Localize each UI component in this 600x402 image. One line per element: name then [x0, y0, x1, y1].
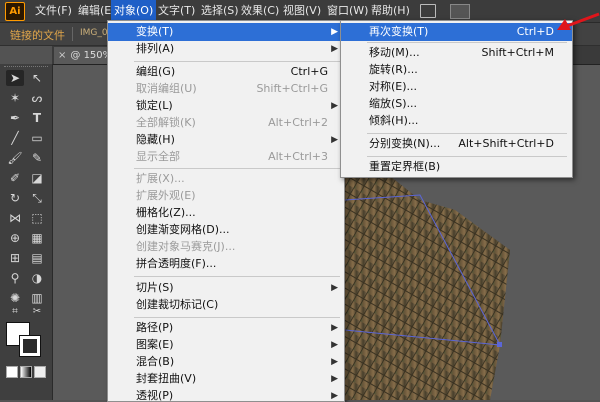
menu-item-scale[interactable]: 缩放(S)... — [341, 95, 572, 113]
menu-separator — [134, 276, 340, 277]
menu-item-blend[interactable]: 混合(B) ▶ — [108, 353, 344, 371]
menu-separator — [367, 133, 567, 134]
menu-item-move[interactable]: 移动(M)... Shift+Ctrl+M — [341, 44, 572, 62]
annotation-arrow-icon — [557, 12, 600, 30]
submenu-arrow-icon: ▶ — [331, 323, 338, 333]
menu-item-path[interactable]: 路径(P) ▶ — [108, 319, 344, 337]
menu-item-reflect[interactable]: 对称(E)... — [341, 78, 572, 96]
menu-item-transform[interactable]: 变换(T) ▶ — [108, 23, 344, 41]
submenu-arrow-icon: ▶ — [331, 357, 338, 367]
menu-item-rasterize[interactable]: 栅格化(Z)... — [108, 204, 344, 222]
menu-separator — [367, 42, 567, 43]
submenu-arrow-icon: ▶ — [331, 27, 338, 37]
menu-item-transform-each[interactable]: 分别变换(N)... Alt+Shift+Ctrl+D — [341, 135, 572, 153]
menu-item-arrange[interactable]: 排列(A) ▶ — [108, 40, 344, 58]
menu-item-unlock-all: 全部解锁(K) Alt+Ctrl+2 — [136, 116, 328, 129]
menu-separator — [134, 61, 340, 62]
menu-item-expand-appearance: 扩展外观(E) — [136, 189, 196, 202]
menu-item-show-all: 显示全部 Alt+Ctrl+3 — [136, 150, 328, 163]
menu-item-lock[interactable]: 锁定(L) ▶ — [108, 97, 344, 115]
menu-item-group[interactable]: 编组(G) Ctrl+G — [108, 63, 344, 81]
object-menu: 变换(T) ▶ 排列(A) ▶ 编组(G) Ctrl+G 取消编组(U) Shift+C… — [107, 20, 345, 402]
submenu-arrow-icon: ▶ — [331, 340, 338, 350]
submenu-arrow-icon: ▶ — [331, 135, 338, 145]
menu-item-hide[interactable]: 隐藏(H) ▶ — [108, 131, 344, 149]
menu-separator — [367, 156, 567, 157]
menu-item-create-gradient-mesh[interactable]: 创建渐变网格(D)... — [108, 221, 344, 239]
submenu-arrow-icon: ▶ — [331, 374, 338, 384]
submenu-arrow-icon: ▶ — [331, 44, 338, 54]
menu-item-create-object-mosaic: 创建对象马赛克(J)... — [136, 240, 236, 253]
menu-item-reset-bounding-box[interactable]: 重置定界框(B) — [341, 158, 572, 176]
submenu-arrow-icon: ▶ — [331, 101, 338, 111]
menu-item-transform-again[interactable]: 再次变换(T) Ctrl+D — [341, 23, 572, 41]
menu-item-rotate[interactable]: 旋转(R)... — [341, 61, 572, 79]
menu-item-pattern[interactable]: 图案(E) ▶ — [108, 336, 344, 354]
menu-item-shear[interactable]: 倾斜(H)... — [341, 112, 572, 130]
transform-submenu: 再次变换(T) Ctrl+D 移动(M)... Shift+Ctrl+M 旋转(R)… — [340, 20, 573, 178]
menu-separator — [134, 168, 340, 169]
menu-item-slice[interactable]: 切片(S) ▶ — [108, 279, 344, 297]
menu-item-expand: 扩展(X)... — [136, 172, 185, 185]
menu-separator — [134, 317, 340, 318]
menu-item-ungroup: 取消编组(U) Shift+Ctrl+G — [136, 82, 328, 95]
submenu-arrow-icon: ▶ — [331, 283, 338, 293]
menu-item-flatten-transparency[interactable]: 拼合透明度(F)... — [108, 255, 344, 273]
menu-item-envelope-distort[interactable]: 封套扭曲(V) ▶ — [108, 370, 344, 388]
menu-item-create-trim-marks[interactable]: 创建裁切标记(C) — [108, 296, 344, 314]
